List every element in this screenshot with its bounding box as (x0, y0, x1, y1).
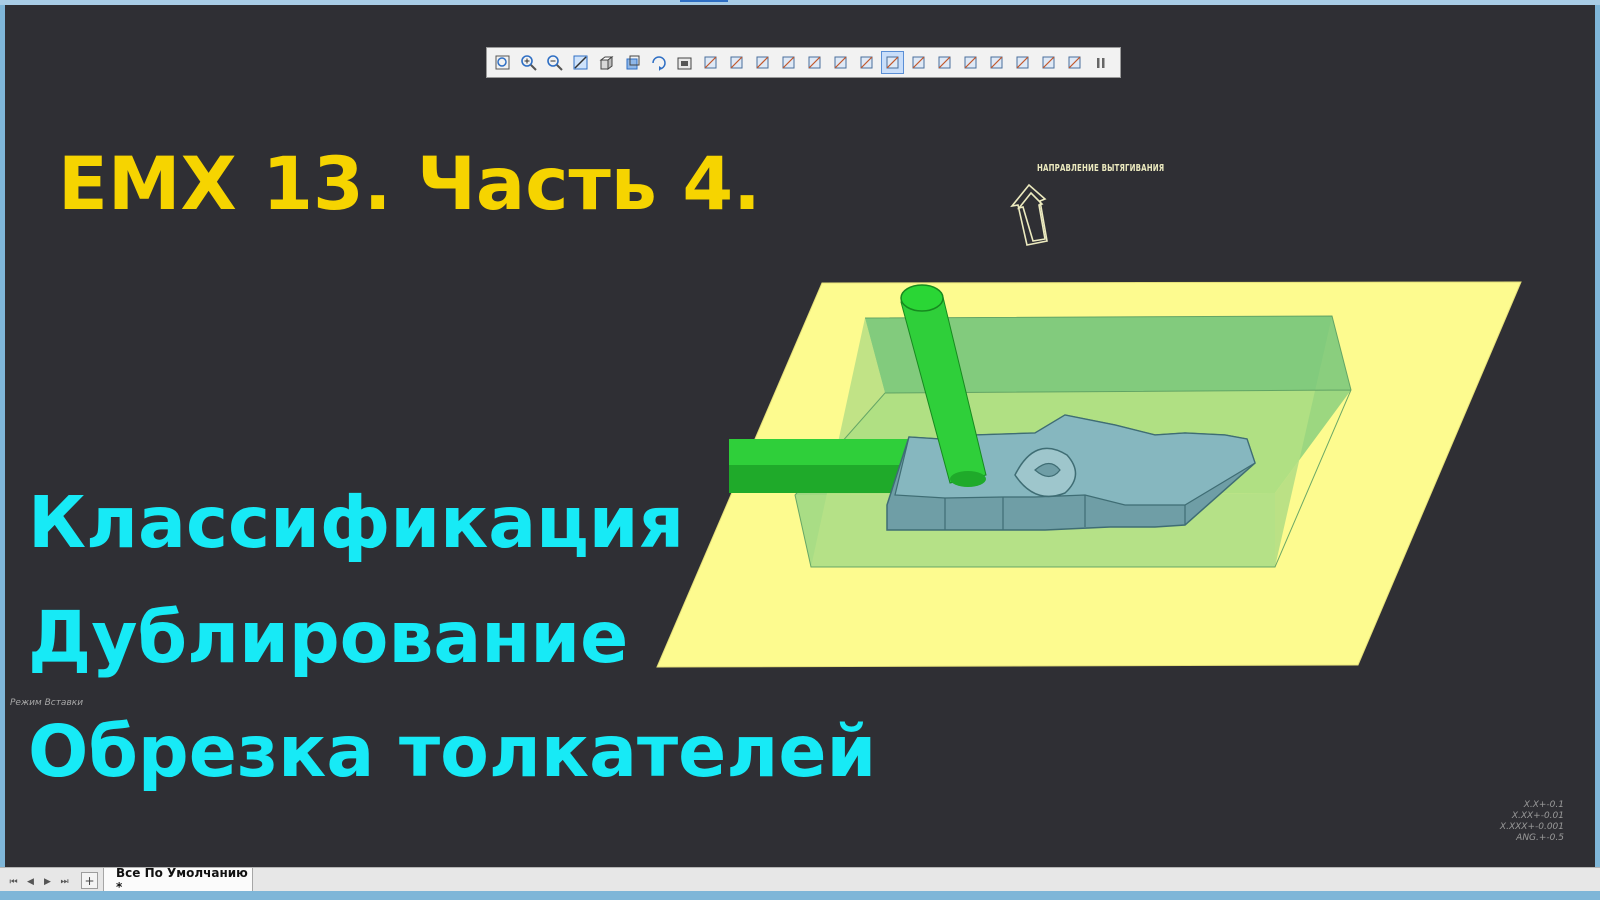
display-style-button[interactable] (621, 51, 644, 74)
layout-nav-buttons: ⏮ ◀ ▶ ⏭ (5, 874, 73, 890)
tolerance-line: X.X+-0.1 (1523, 800, 1564, 810)
window-tab-indicator (680, 0, 728, 2)
datum-point-display-button[interactable] (751, 51, 774, 74)
insert-mode-label: Режим Вставки (10, 698, 84, 708)
pull-direction-arrow (1010, 183, 1048, 246)
zoom-out-icon (547, 55, 563, 71)
tolerance-line: X.XXX+-0.001 (1499, 822, 1564, 832)
runner-bar-top (729, 439, 910, 465)
model-tree-button[interactable] (1063, 51, 1086, 74)
annotation-display-button[interactable] (829, 51, 852, 74)
render-button[interactable] (985, 51, 1008, 74)
zoom-in-button[interactable] (517, 51, 540, 74)
tolerance-table: X.X+-0.1 X.XX+-0.01 X.XXX+-0.001 ANG.+-0… (1468, 800, 1564, 844)
csys-display-icon (808, 56, 821, 69)
graphics-viewport[interactable]: НАПРАВЛЕНИЕ ВЫТЯГИВАНИЯ EMX 13. Часть 4.… (5, 5, 1595, 867)
first-layout-button[interactable]: ⏮ (5, 874, 22, 890)
perspective-view-icon (860, 56, 873, 69)
zoom-in-icon (521, 55, 537, 71)
zoom-fit-icon (495, 55, 510, 70)
model-tree-icon (1068, 56, 1081, 69)
tolerance-line: ANG.+-0.5 (1516, 833, 1564, 843)
zoom-fit-button[interactable] (491, 51, 514, 74)
datum-plane-display-icon (730, 56, 743, 69)
coordinate-system-display-icon (782, 56, 795, 69)
selection-filter-button[interactable] (881, 51, 904, 74)
spin-center-icon (652, 56, 666, 71)
explode-button[interactable] (907, 51, 930, 74)
csys-display-button[interactable] (803, 51, 826, 74)
zoom-out-button[interactable] (543, 51, 566, 74)
layer-button[interactable] (1011, 51, 1034, 74)
appearance-icon (964, 56, 977, 69)
tolerance-line: X.XX+-0.01 (1511, 811, 1564, 821)
appearance-button[interactable] (959, 51, 982, 74)
explode-icon (912, 56, 925, 69)
named-views-button[interactable] (595, 51, 618, 74)
spin-center-button[interactable] (647, 51, 670, 74)
display-style-icon (626, 55, 640, 70)
view-toolbar (486, 47, 1121, 78)
section-button[interactable] (933, 51, 956, 74)
ejector-pin-top (900, 284, 944, 312)
saved-views-button[interactable] (673, 51, 696, 74)
pause-button[interactable] (1089, 51, 1112, 74)
perspective-view-button[interactable] (855, 51, 878, 74)
datum-point-display-icon (756, 56, 769, 69)
render-icon (990, 56, 1003, 69)
selection-filter-icon (886, 56, 899, 69)
annotation-display-icon (834, 56, 847, 69)
last-layout-button[interactable]: ⏭ (56, 874, 73, 890)
runner-bar-front (729, 465, 905, 493)
topic-classification: Классификация (28, 481, 685, 564)
page-title: EMX 13. Часть 4. (58, 142, 761, 227)
saved-views-icon (677, 57, 692, 70)
window-bottom-border (0, 891, 1600, 900)
topic-pin-trimming: Обрезка толкателей (28, 710, 877, 793)
datum-axis-display-icon (704, 56, 717, 69)
datum-plane-display-button[interactable] (725, 51, 748, 74)
section-icon (938, 56, 951, 69)
coordinate-system-display-button[interactable] (777, 51, 800, 74)
previous-layout-button[interactable]: ◀ (22, 874, 39, 890)
next-layout-button[interactable]: ▶ (39, 874, 56, 890)
datum-axis-display-button[interactable] (699, 51, 722, 74)
add-layout-button[interactable]: + (81, 872, 98, 889)
layer-icon (1016, 56, 1029, 69)
zoom-window-icon (573, 55, 588, 70)
layout-tab-default[interactable]: Все По Умолчанию * (103, 866, 253, 894)
pause-icon (1097, 58, 1105, 68)
zoom-window-button[interactable] (569, 51, 592, 74)
named-views-icon (599, 56, 614, 70)
hidden-line-icon (1042, 56, 1055, 69)
topic-duplication: Дублирование (28, 596, 629, 679)
pull-direction-label: НАПРАВЛЕНИЕ ВЫТЯГИВАНИЯ (1037, 163, 1165, 174)
hidden-line-button[interactable] (1037, 51, 1060, 74)
